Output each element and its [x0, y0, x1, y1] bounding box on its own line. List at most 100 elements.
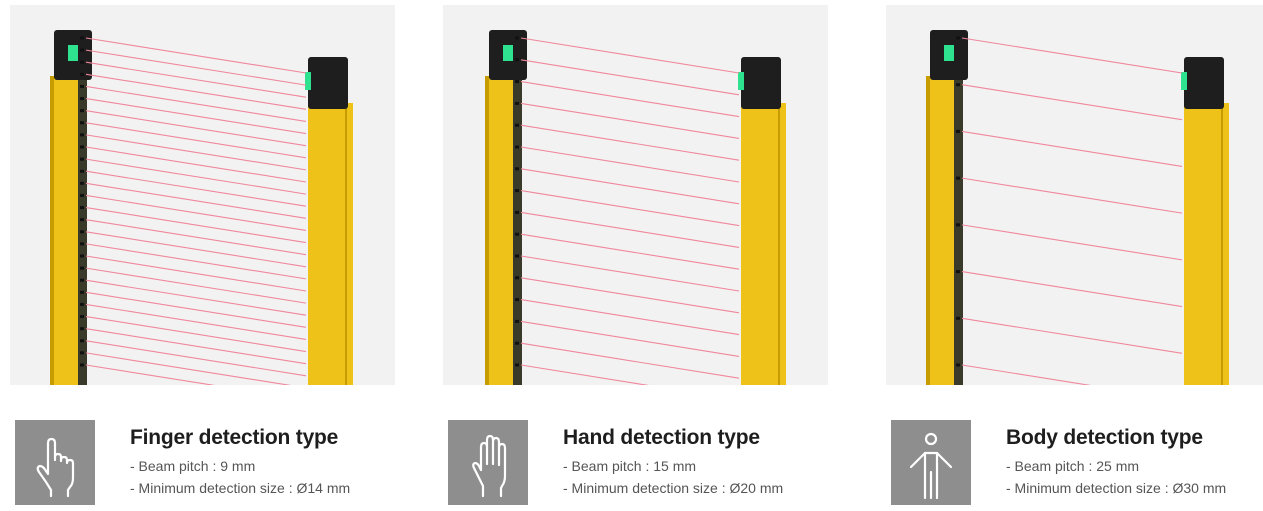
lens-dot: [80, 302, 84, 306]
lens-dot: [515, 319, 519, 323]
lens-dot: [956, 270, 960, 274]
lens-dot: [80, 351, 84, 355]
left-housing: [926, 76, 956, 385]
lens-dot: [956, 36, 960, 40]
finger-icon-tile: [15, 420, 95, 505]
lens-dot: [80, 157, 84, 161]
right-cap: [1184, 57, 1224, 109]
lens-dot: [80, 181, 84, 185]
lens-dot: [515, 210, 519, 214]
left-housing-edge: [50, 76, 54, 385]
min-detection-spec: - Minimum detection size : Ø20 mm: [563, 480, 784, 496]
lens-dot: [956, 176, 960, 180]
lens-dot: [80, 339, 84, 343]
left-housing-edge: [485, 76, 489, 385]
product-info: Hand detection type - Beam pitch : 15 mm…: [563, 424, 843, 498]
right-indicator: [305, 72, 311, 90]
left-lens-strip: [513, 76, 522, 385]
right-housing-groove: [345, 103, 347, 385]
spec-list: - Beam pitch : 25 mm - Minimum detection…: [1006, 456, 1263, 498]
lens-dot: [80, 48, 84, 52]
spec-list: - Beam pitch : 9 mm - Minimum detection …: [130, 456, 410, 498]
product-card-hand: Hand detection type - Beam pitch : 15 mm…: [443, 5, 828, 505]
lens-dot: [80, 169, 84, 173]
human-body-icon: [909, 432, 953, 500]
lens-dot: [956, 223, 960, 227]
lens-dot: [80, 206, 84, 210]
beam-pitch-spec: - Beam pitch : 25 mm: [1006, 458, 1140, 474]
lens-dot: [80, 242, 84, 246]
light-curtain-illustration: [10, 5, 395, 385]
lens-dot: [515, 232, 519, 236]
lens-dot: [80, 218, 84, 222]
left-indicator: [68, 45, 78, 61]
right-cap: [741, 57, 781, 109]
right-indicator: [1181, 72, 1187, 90]
light-curtain-image: [886, 5, 1263, 385]
min-detection-spec: - Minimum detection size : Ø30 mm: [1006, 480, 1227, 496]
lens-dot: [80, 327, 84, 331]
lens-dot: [515, 101, 519, 105]
lens-dot: [80, 290, 84, 294]
lens-dot: [515, 167, 519, 171]
lens-dot: [515, 123, 519, 127]
lens-dot: [80, 97, 84, 101]
right-housing-groove: [1221, 103, 1223, 385]
min-detection-spec: - Minimum detection size : Ø14 mm: [130, 480, 351, 496]
lens-dot: [80, 109, 84, 113]
open-hand-icon: [472, 434, 507, 498]
finger-point-icon: [36, 437, 75, 498]
lens-dot: [80, 133, 84, 137]
lens-dot: [515, 298, 519, 302]
lens-dot: [515, 145, 519, 149]
left-housing: [485, 76, 515, 385]
left-housing-edge: [926, 76, 930, 385]
body-icon-tile: [891, 420, 971, 505]
lens-dot: [80, 230, 84, 234]
product-card-body: Body detection type - Beam pitch : 25 mm…: [886, 5, 1263, 505]
hand-icon-tile: [448, 420, 528, 505]
left-lens-strip: [954, 76, 963, 385]
light-curtain-image: [443, 5, 828, 385]
left-housing: [50, 76, 80, 385]
lens-dot: [956, 129, 960, 133]
product-info: Body detection type - Beam pitch : 25 mm…: [1006, 424, 1263, 498]
lens-dot: [80, 193, 84, 197]
light-curtain-illustration: [886, 5, 1263, 385]
spec-list: - Beam pitch : 15 mm - Minimum detection…: [563, 456, 843, 498]
lens-dot: [80, 278, 84, 282]
beam-pitch-spec: - Beam pitch : 15 mm: [563, 458, 697, 474]
lens-dot: [80, 363, 84, 367]
lens-dot: [515, 36, 519, 40]
lens-dot: [515, 80, 519, 84]
lens-dot: [80, 254, 84, 258]
lens-dot: [515, 341, 519, 345]
beam-pitch-spec: - Beam pitch : 9 mm: [130, 458, 256, 474]
right-indicator: [738, 72, 744, 90]
lens-dot: [956, 363, 960, 367]
lens-dot: [80, 121, 84, 125]
lens-dot: [515, 363, 519, 367]
lens-dot: [80, 145, 84, 149]
product-title: Hand detection type: [563, 426, 760, 449]
lens-dot: [956, 83, 960, 87]
left-indicator: [944, 45, 954, 61]
light-curtain-illustration: [443, 5, 828, 385]
lens-dot: [515, 276, 519, 280]
product-title: Body detection type: [1006, 426, 1203, 449]
lens-dot: [515, 58, 519, 62]
product-info: Finger detection type - Beam pitch : 9 m…: [130, 424, 410, 498]
lens-dot: [80, 84, 84, 88]
lens-dot: [80, 315, 84, 319]
right-housing-groove: [778, 103, 780, 385]
product-card-finger: Finger detection type - Beam pitch : 9 m…: [10, 5, 395, 505]
lens-dot: [80, 36, 84, 40]
lens-dot: [80, 60, 84, 64]
lens-dot: [515, 189, 519, 193]
lens-dot: [515, 254, 519, 258]
lens-dot: [80, 266, 84, 270]
right-cap: [308, 57, 348, 109]
product-title: Finger detection type: [130, 426, 339, 449]
lens-dot: [956, 316, 960, 320]
light-curtain-image: [10, 5, 395, 385]
